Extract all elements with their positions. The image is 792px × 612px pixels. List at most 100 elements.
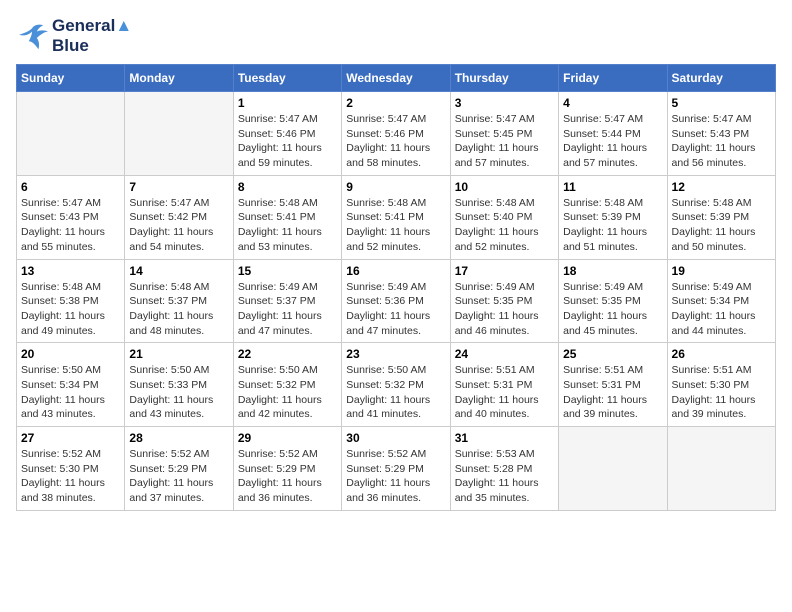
day-info: Sunrise: 5:51 AMSunset: 5:30 PMDaylight:… — [672, 363, 771, 422]
day-info: Sunrise: 5:52 AMSunset: 5:29 PMDaylight:… — [129, 447, 228, 506]
calendar-cell: 5 Sunrise: 5:47 AMSunset: 5:43 PMDaylight… — [667, 92, 775, 176]
logo-icon — [16, 22, 48, 50]
calendar-cell: 30 Sunrise: 5:52 AMSunset: 5:29 PMDayligh… — [342, 427, 450, 511]
day-info: Sunrise: 5:48 AMSunset: 5:39 PMDaylight:… — [563, 196, 662, 255]
calendar-cell — [667, 427, 775, 511]
calendar-cell: 10Sunrise: 5:48 AMSunset: 5:40 PMDayligh… — [450, 175, 558, 259]
day-info: Sunrise: 5:47 AMSunset: 5:45 PMDaylight:… — [455, 112, 554, 171]
day-info: Sunrise: 5:50 AMSunset: 5:32 PMDaylight:… — [346, 363, 445, 422]
day-number: 5 — [672, 96, 771, 110]
calendar-cell: 24 Sunrise: 5:51 AMSunset: 5:31 PMDayligh… — [450, 343, 558, 427]
calendar-cell: 31 Sunrise: 5:53 AMSunset: 5:28 PMDayligh… — [450, 427, 558, 511]
calendar-cell: 21Sunrise: 5:50 AMSunset: 5:33 PMDayligh… — [125, 343, 233, 427]
calendar-week-row: 27Sunrise: 5:52 AMSunset: 5:30 PMDayligh… — [17, 427, 776, 511]
day-info: Sunrise: 5:47 AMSunset: 5:42 PMDaylight:… — [129, 196, 228, 255]
day-number: 6 — [21, 180, 120, 194]
day-info: Sunrise: 5:49 AMSunset: 5:34 PMDaylight:… — [672, 280, 771, 339]
calendar-week-row: 6 Sunrise: 5:47 AMSunset: 5:43 PMDaylight… — [17, 175, 776, 259]
day-number: 13 — [21, 264, 120, 278]
day-number: 16 — [346, 264, 445, 278]
calendar-cell: 17 Sunrise: 5:49 AMSunset: 5:35 PMDayligh… — [450, 259, 558, 343]
day-number: 28 — [129, 431, 228, 445]
page-header: General▲ Blue — [16, 16, 776, 56]
day-number: 30 — [346, 431, 445, 445]
calendar-cell: 6 Sunrise: 5:47 AMSunset: 5:43 PMDaylight… — [17, 175, 125, 259]
day-info: Sunrise: 5:47 AMSunset: 5:43 PMDaylight:… — [672, 112, 771, 171]
day-info: Sunrise: 5:49 AMSunset: 5:35 PMDaylight:… — [455, 280, 554, 339]
calendar-cell: 11 Sunrise: 5:48 AMSunset: 5:39 PMDayligh… — [559, 175, 667, 259]
day-info: Sunrise: 5:52 AMSunset: 5:29 PMDaylight:… — [238, 447, 337, 506]
day-info: Sunrise: 5:51 AMSunset: 5:31 PMDaylight:… — [563, 363, 662, 422]
day-number: 22 — [238, 347, 337, 361]
day-info: Sunrise: 5:47 AMSunset: 5:43 PMDaylight:… — [21, 196, 120, 255]
calendar-cell: 12Sunrise: 5:48 AMSunset: 5:39 PMDayligh… — [667, 175, 775, 259]
calendar-cell: 3 Sunrise: 5:47 AMSunset: 5:45 PMDaylight… — [450, 92, 558, 176]
calendar-header-row: SundayMondayTuesdayWednesdayThursdayFrid… — [17, 65, 776, 92]
day-info: Sunrise: 5:48 AMSunset: 5:41 PMDaylight:… — [238, 196, 337, 255]
day-number: 27 — [21, 431, 120, 445]
calendar-cell: 15 Sunrise: 5:49 AMSunset: 5:37 PMDayligh… — [233, 259, 341, 343]
day-info: Sunrise: 5:51 AMSunset: 5:31 PMDaylight:… — [455, 363, 554, 422]
day-number: 15 — [238, 264, 337, 278]
day-info: Sunrise: 5:49 AMSunset: 5:37 PMDaylight:… — [238, 280, 337, 339]
calendar-week-row: 13Sunrise: 5:48 AMSunset: 5:38 PMDayligh… — [17, 259, 776, 343]
day-number: 11 — [563, 180, 662, 194]
calendar-cell — [17, 92, 125, 176]
day-number: 10 — [455, 180, 554, 194]
weekday-header: Friday — [559, 65, 667, 92]
calendar-week-row: 20 Sunrise: 5:50 AMSunset: 5:34 PMDayligh… — [17, 343, 776, 427]
day-number: 12 — [672, 180, 771, 194]
calendar-cell: 29Sunrise: 5:52 AMSunset: 5:29 PMDayligh… — [233, 427, 341, 511]
day-number: 19 — [672, 264, 771, 278]
calendar-cell: 25 Sunrise: 5:51 AMSunset: 5:31 PMDayligh… — [559, 343, 667, 427]
calendar-cell — [559, 427, 667, 511]
day-info: Sunrise: 5:48 AMSunset: 5:41 PMDaylight:… — [346, 196, 445, 255]
day-info: Sunrise: 5:53 AMSunset: 5:28 PMDaylight:… — [455, 447, 554, 506]
day-number: 18 — [563, 264, 662, 278]
calendar-cell: 14Sunrise: 5:48 AMSunset: 5:37 PMDayligh… — [125, 259, 233, 343]
calendar-cell: 27Sunrise: 5:52 AMSunset: 5:30 PMDayligh… — [17, 427, 125, 511]
day-info: Sunrise: 5:49 AMSunset: 5:36 PMDaylight:… — [346, 280, 445, 339]
calendar-cell: 18Sunrise: 5:49 AMSunset: 5:35 PMDayligh… — [559, 259, 667, 343]
day-number: 1 — [238, 96, 337, 110]
day-number: 2 — [346, 96, 445, 110]
day-number: 21 — [129, 347, 228, 361]
weekday-header: Tuesday — [233, 65, 341, 92]
calendar-table: SundayMondayTuesdayWednesdayThursdayFrid… — [16, 64, 776, 511]
day-number: 26 — [672, 347, 771, 361]
weekday-header: Sunday — [17, 65, 125, 92]
logo: General▲ Blue — [16, 16, 132, 56]
day-number: 24 — [455, 347, 554, 361]
calendar-cell: 19 Sunrise: 5:49 AMSunset: 5:34 PMDayligh… — [667, 259, 775, 343]
calendar-cell: 2Sunrise: 5:47 AMSunset: 5:46 PMDaylight… — [342, 92, 450, 176]
calendar-cell: 13Sunrise: 5:48 AMSunset: 5:38 PMDayligh… — [17, 259, 125, 343]
weekday-header: Wednesday — [342, 65, 450, 92]
day-info: Sunrise: 5:47 AMSunset: 5:46 PMDaylight:… — [238, 112, 337, 171]
day-info: Sunrise: 5:52 AMSunset: 5:29 PMDaylight:… — [346, 447, 445, 506]
day-number: 4 — [563, 96, 662, 110]
calendar-cell: 7Sunrise: 5:47 AMSunset: 5:42 PMDaylight… — [125, 175, 233, 259]
day-number: 31 — [455, 431, 554, 445]
day-number: 8 — [238, 180, 337, 194]
weekday-header: Thursday — [450, 65, 558, 92]
day-number: 20 — [21, 347, 120, 361]
day-number: 25 — [563, 347, 662, 361]
day-number: 3 — [455, 96, 554, 110]
day-info: Sunrise: 5:50 AMSunset: 5:32 PMDaylight:… — [238, 363, 337, 422]
calendar-cell: 8 Sunrise: 5:48 AMSunset: 5:41 PMDaylight… — [233, 175, 341, 259]
calendar-cell: 20 Sunrise: 5:50 AMSunset: 5:34 PMDayligh… — [17, 343, 125, 427]
logo-text: General▲ Blue — [52, 16, 132, 56]
calendar-cell: 1 Sunrise: 5:47 AMSunset: 5:46 PMDaylight… — [233, 92, 341, 176]
day-number: 23 — [346, 347, 445, 361]
calendar-cell: 26 Sunrise: 5:51 AMSunset: 5:30 PMDayligh… — [667, 343, 775, 427]
day-number: 14 — [129, 264, 228, 278]
calendar-cell: 22 Sunrise: 5:50 AMSunset: 5:32 PMDayligh… — [233, 343, 341, 427]
calendar-cell: 16 Sunrise: 5:49 AMSunset: 5:36 PMDayligh… — [342, 259, 450, 343]
calendar-cell: 9 Sunrise: 5:48 AMSunset: 5:41 PMDaylight… — [342, 175, 450, 259]
day-number: 9 — [346, 180, 445, 194]
day-number: 17 — [455, 264, 554, 278]
calendar-cell — [125, 92, 233, 176]
weekday-header: Saturday — [667, 65, 775, 92]
weekday-header: Monday — [125, 65, 233, 92]
day-info: Sunrise: 5:50 AMSunset: 5:34 PMDaylight:… — [21, 363, 120, 422]
